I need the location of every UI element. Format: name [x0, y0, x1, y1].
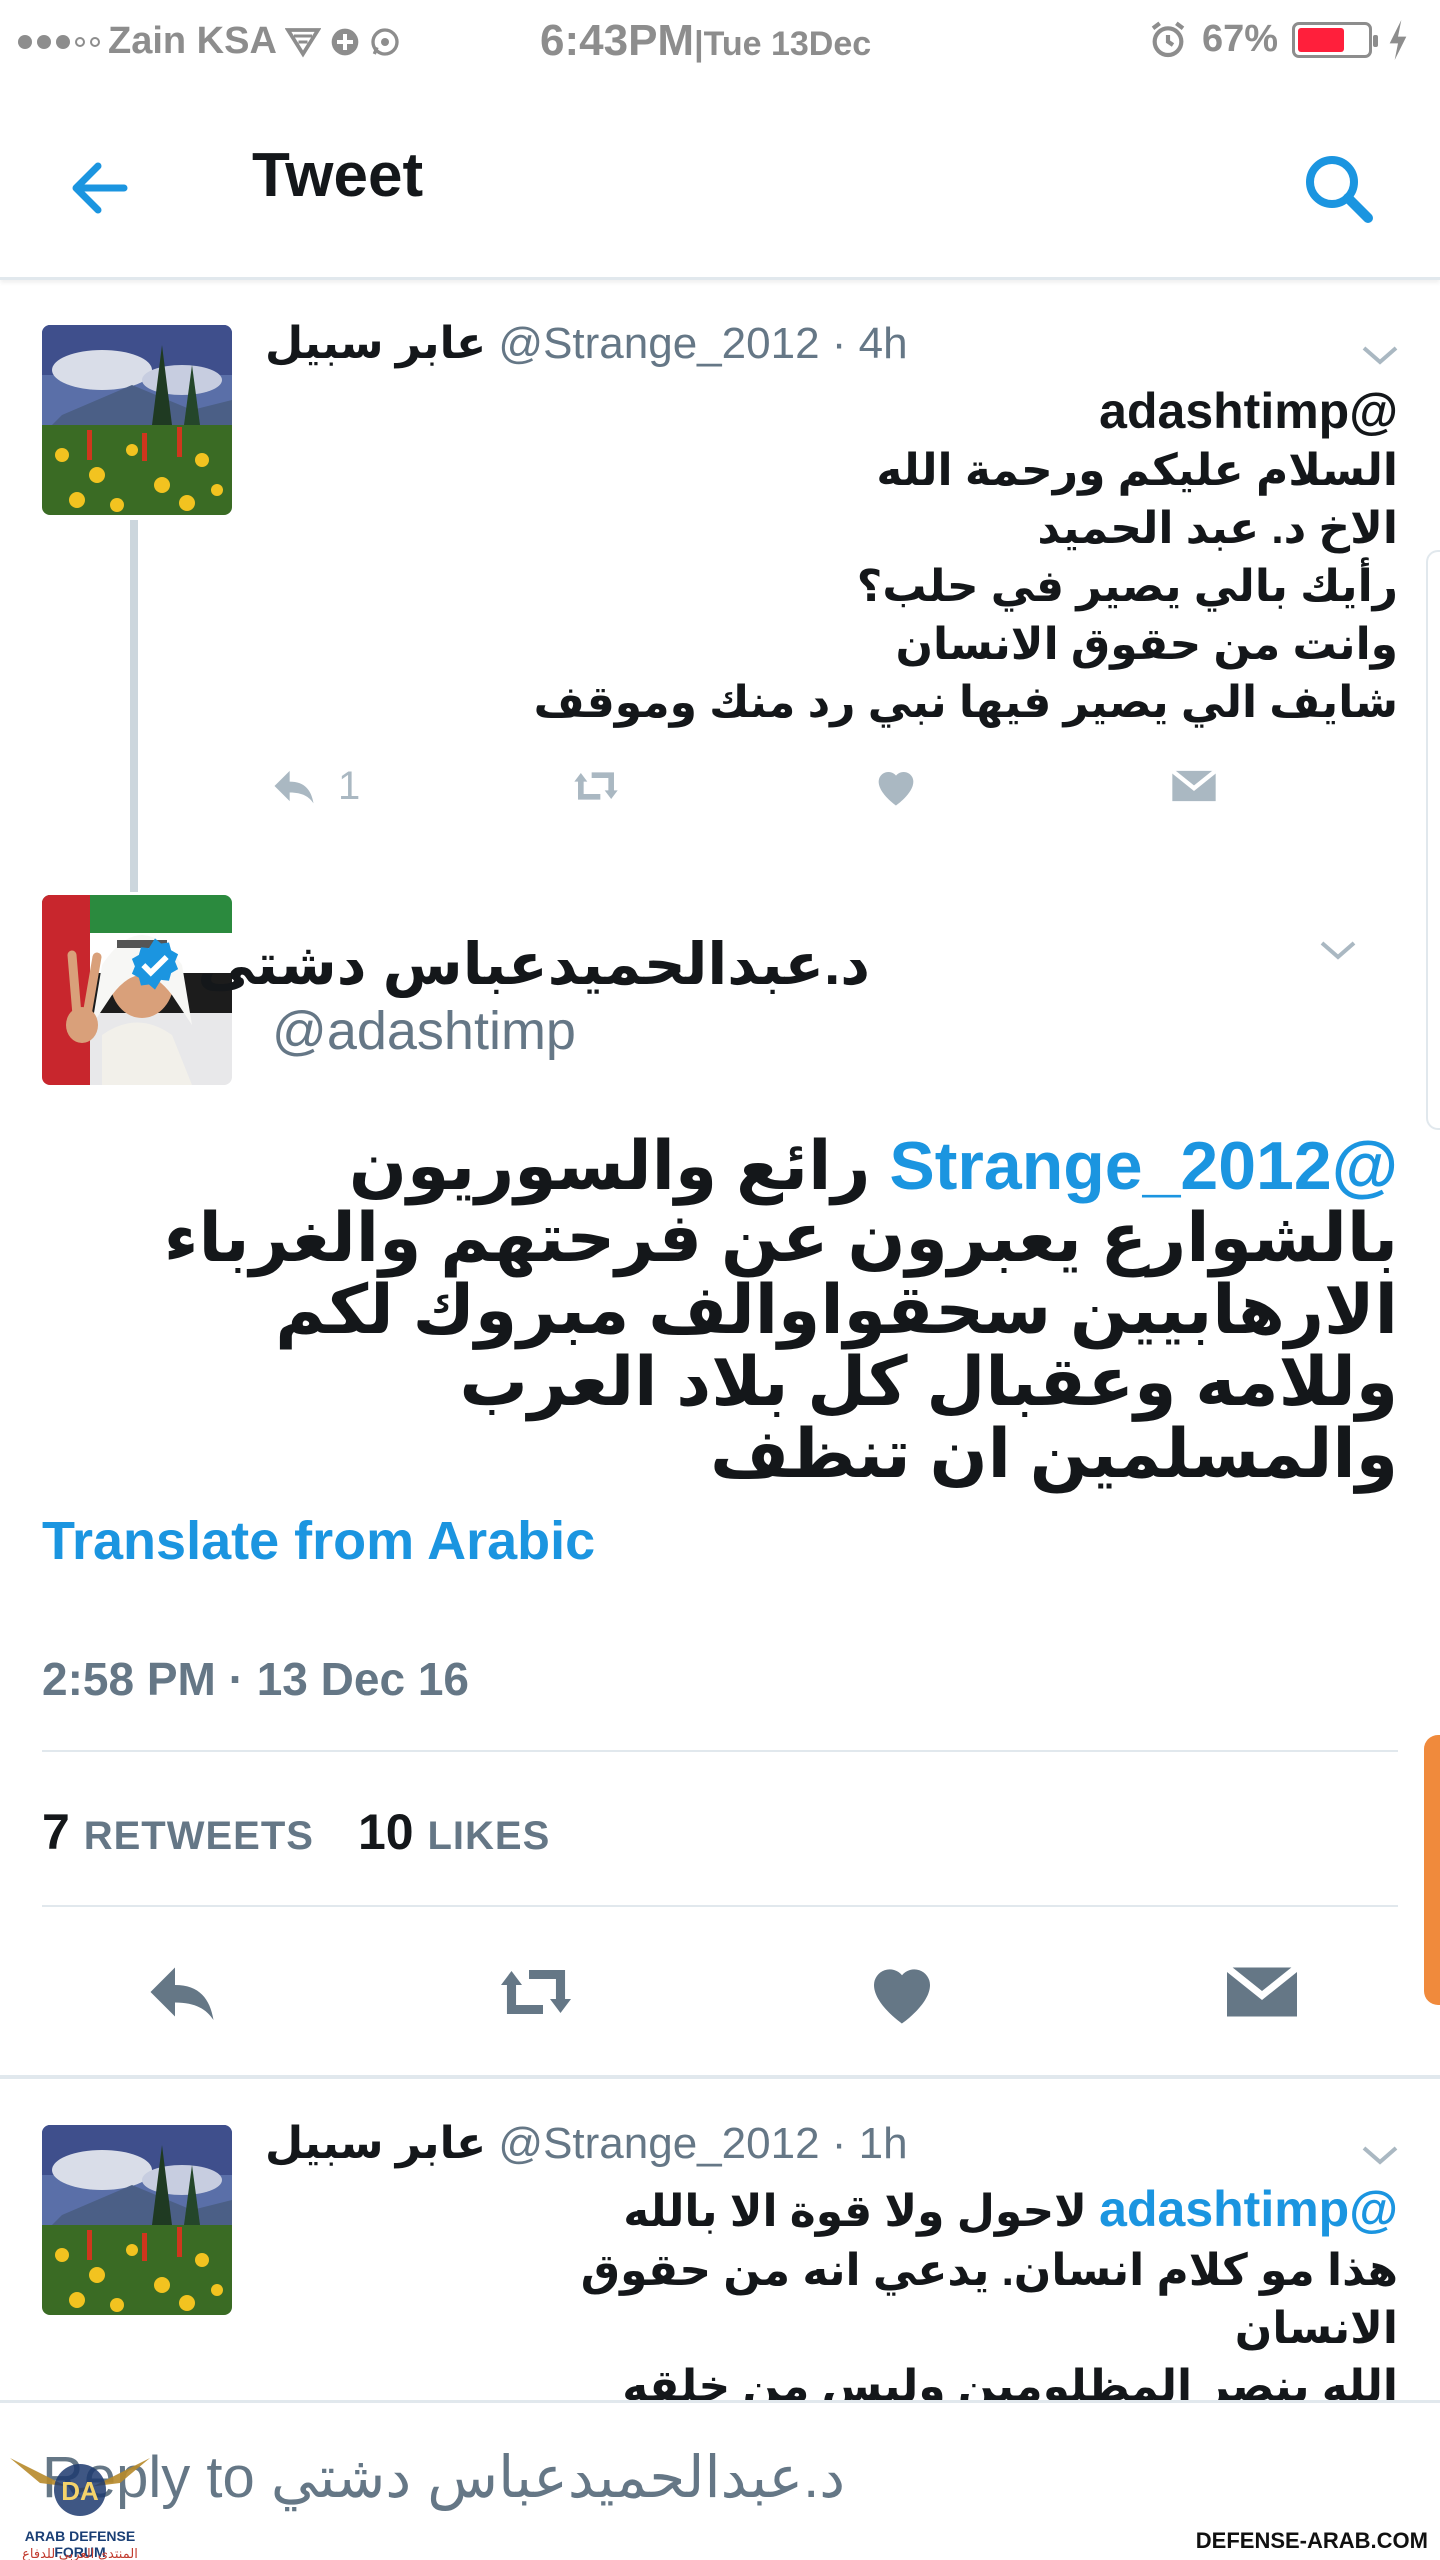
reply-button[interactable]	[140, 1950, 224, 2034]
battery-icon	[1292, 21, 1378, 58]
tweet1-header: عابر سبيل @Strange_2012 · 4h	[265, 318, 908, 369]
battery-level	[1298, 27, 1344, 52]
status-time-date: 6:43PM|Tue 13Dec	[540, 16, 871, 66]
main-tweet-chevron-down-icon[interactable]	[1316, 935, 1360, 965]
tweet1-retweet-button[interactable]	[570, 760, 622, 812]
tweet1-mention[interactable]: @adashtimp	[1099, 382, 1398, 440]
retweets-label: RETWEETS	[83, 1814, 314, 1858]
likes-count: 10	[357, 1804, 414, 1860]
retweets-stat[interactable]: 7 RETWEETS	[42, 1803, 314, 1861]
flower-field-avatar-image	[42, 2125, 232, 2315]
translate-link[interactable]: Translate from Arabic	[42, 1510, 595, 1572]
page-title: Tweet	[252, 141, 424, 210]
whatsapp-icon	[371, 27, 399, 56]
scroll-indicator	[1426, 550, 1440, 1130]
watermark-logo-text: DA	[61, 2476, 99, 2506]
tweet3-line1: لاحول ولا قوة الا بالله	[623, 2187, 1100, 2236]
tweet1-handle[interactable]: @Strange_2012	[498, 319, 819, 368]
main-tweet-text: @Strange_2012 رائع والسوريون بالشوارع يع…	[120, 1130, 1398, 1490]
tweet3-first-line: @adashtimp لاحول ولا قوة الا بالله	[623, 2180, 1398, 2241]
eagle-logo-icon: DA	[10, 2458, 150, 2516]
like-button[interactable]	[860, 1950, 944, 2034]
dm-button[interactable]	[1220, 1950, 1304, 2034]
battery-percent: 67%	[1201, 18, 1278, 60]
tweet3-time: · 1h	[819, 2119, 908, 2168]
tweet3-chevron-down-icon[interactable]	[1358, 2140, 1402, 2170]
retweets-count: 7	[42, 1804, 70, 1860]
tweet1-actions: 1	[0, 760, 1440, 820]
main-display-name[interactable]: د.عبدالحميدعباس دشتى	[197, 930, 870, 998]
tweet3-header: عابر سبيل @Strange_2012 · 1h	[265, 2118, 908, 2169]
nav-bar: Tweet	[0, 90, 1440, 280]
retweet-icon	[574, 772, 618, 800]
status-time: 6:43PM	[540, 16, 695, 65]
watermark-forum-ar: المنتدى العربي للدفاع والتسليح	[22, 2546, 138, 2560]
tweet1-display-name[interactable]: عابر سبيل	[265, 319, 486, 368]
retweet-icon	[501, 1969, 571, 2015]
tweet3-mention[interactable]: @adashtimp	[1099, 2181, 1398, 2237]
back-arrow-icon[interactable]	[60, 148, 140, 228]
tweet1-reply-button[interactable]: 1	[268, 760, 360, 812]
verified-badge-icon	[132, 938, 179, 990]
section-separator	[0, 2075, 1440, 2079]
tweet3-handle[interactable]: @Strange_2012	[498, 2119, 819, 2168]
side-tab[interactable]	[1424, 1735, 1440, 2005]
divider	[42, 1905, 1398, 1907]
avatar-strange-2012[interactable]	[42, 325, 232, 515]
main-tweet-mention[interactable]: @Strange_2012	[889, 1128, 1398, 1204]
retweet-button[interactable]	[494, 1950, 578, 2034]
tweet1-dm-button[interactable]	[1168, 760, 1220, 812]
main-handle[interactable]: @adashtimp	[272, 1000, 576, 1062]
tweet1-like-button[interactable]	[870, 760, 922, 812]
thread-connector-line	[130, 520, 138, 892]
charging-icon	[1389, 19, 1407, 60]
tweet3-text: هذا مو كلام انسان. يدعي انه من حقوق الان…	[580, 2246, 1398, 2411]
wifi-icon	[284, 27, 321, 58]
watermark-logo: DA ARAB DEFENSE FORUM المنتدى العربي للد…	[0, 2438, 160, 2560]
divider	[42, 1750, 1398, 1752]
status-bar: Zain KSA 6:43PM|Tue 13Dec 67%	[0, 0, 1440, 90]
location-icon	[331, 28, 359, 55]
reply-input[interactable]: Reply to د.عبدالحميدعباس دشتي	[42, 2443, 845, 2511]
tweet1-text: السلام عليكم ورحمة الله الاخ د. عبد الحم…	[533, 446, 1398, 727]
avatar-strange-2012[interactable]	[42, 2125, 232, 2315]
tweet1-reply-count: 1	[338, 763, 361, 808]
main-tweet-author[interactable]: د.عبدالحميدعباس دشتى	[127, 930, 870, 998]
tweet1-chevron-down-icon[interactable]	[1358, 340, 1402, 370]
search-icon[interactable]	[1298, 148, 1378, 228]
reply-icon	[274, 770, 314, 804]
main-tweet-actions	[0, 1950, 1440, 2040]
signal-dots-icon	[18, 34, 100, 49]
flower-field-avatar-image	[42, 325, 232, 515]
heart-icon	[878, 771, 914, 806]
carrier-name: Zain KSA	[108, 20, 277, 62]
tweet-timestamp: 2:58 PM · 13 Dec 16	[42, 1653, 470, 1705]
likes-stat[interactable]: 10 LIKES	[358, 1803, 550, 1861]
status-right: 67%	[1148, 18, 1410, 61]
tweet-stats: 7 RETWEETS 10 LIKES	[42, 1803, 550, 1861]
status-left: Zain KSA	[18, 20, 401, 63]
tweet3-display-name[interactable]: عابر سبيل	[265, 2119, 486, 2168]
likes-label: LIKES	[427, 1814, 551, 1858]
envelope-icon	[1224, 1964, 1300, 2017]
reply-recipient: د.عبدالحميدعباس دشتي	[270, 2445, 846, 2510]
alarm-icon	[1151, 21, 1185, 57]
envelope-icon	[1170, 769, 1218, 802]
tweet1-time: · 4h	[819, 319, 908, 368]
heart-icon	[874, 1969, 930, 2024]
watermark-site: DEFENSE-ARAB.COM	[1195, 2528, 1428, 2553]
status-date: |Tue 13Dec	[694, 25, 872, 63]
reply-icon	[150, 1967, 214, 2020]
